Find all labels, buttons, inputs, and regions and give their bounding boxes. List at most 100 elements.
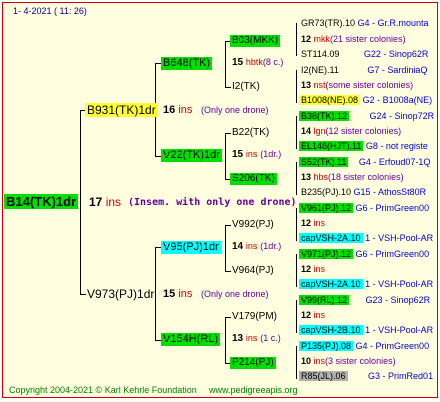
ancestor-row[interactable]: capVSH-2A.10 1 - VSH-Pool-AR: [299, 233, 433, 244]
root-info: 17 ins: [89, 195, 121, 209]
great-grandparent-8[interactable]: P214(PJ): [230, 357, 276, 369]
ancestor-row[interactable]: B1008(NE).08 G2 - B1008a(NE): [299, 95, 432, 106]
sister-note: (18 sister colonies): [328, 172, 404, 182]
ancestor-row[interactable]: V961(PJ).12 G6 - PrimGreen00: [299, 203, 429, 214]
root-queen[interactable]: B14(TK)1dr: [4, 194, 79, 209]
root-ins: ins: [105, 195, 122, 209]
ancestor-origin: G23 - Sinop62R: [365, 295, 431, 305]
ancestor-row[interactable]: B38(TK).12 G24 - Sinop72R: [299, 111, 434, 122]
sister-note: (12 sister colonies): [325, 126, 402, 136]
ancestor-id: B235(PJ).10: [301, 187, 352, 197]
ancestor-row[interactable]: B235(PJ).10 G15 - AthosSt80R: [299, 187, 428, 198]
g4-info: 13 ins (1 c.): [232, 333, 281, 345]
g3-ins: ins: [245, 241, 258, 251]
parent-queen-1[interactable]: B931(TK)1dr: [85, 103, 158, 117]
ancestor-origin: G6 - PrimGreen00: [355, 249, 430, 259]
ancestor-row[interactable]: V99(RL).12 G23 - Sinop62R: [299, 295, 430, 306]
sister-row: 12 ins: [301, 264, 325, 275]
ancestor-row[interactable]: capVSH-2A.10 1 - VSH-Pool-AR: [299, 279, 433, 290]
ancestor-id: P135(PJ).08: [299, 341, 354, 351]
great-grandparent-5[interactable]: V992(PJ): [230, 219, 276, 231]
p2-ins: ins: [178, 288, 193, 300]
p1-ins: ins: [178, 104, 193, 116]
ancestor-row[interactable]: GR73(TR).10 G4 - Gr.R.mounta: [299, 18, 431, 29]
connector: [296, 23, 297, 56]
great-grandparent-3[interactable]: B22(TK): [230, 127, 271, 139]
parent-queen-2[interactable]: V973(PJ)1dr: [85, 287, 156, 301]
ancestor-row[interactable]: I2(NE).11 G7 - SardiniaQ: [299, 65, 429, 76]
ancestor-origin: G24 - Sinop72R: [369, 111, 435, 121]
p1-note: (Only one drone): [201, 105, 269, 115]
sister-note: (3 sister colonies): [325, 356, 396, 366]
ancestor-origin: G4 - Erfoud07-1Q: [358, 157, 431, 167]
ancestor-row[interactable]: ST114.09 G22 - Sinop62R: [299, 49, 430, 60]
sister-mark: ins: [313, 264, 326, 274]
ancestor-id: V961(PJ).12: [299, 203, 354, 213]
g4-note: (1 c.): [260, 333, 281, 343]
great-grandparent-6[interactable]: V964(PJ): [230, 265, 276, 277]
connector: [225, 41, 226, 87]
g2-num: 15: [232, 149, 244, 160]
g3-num: 14: [232, 241, 244, 252]
connector: [296, 300, 297, 333]
ancestor-origin: G4 - Gr.R.mounta: [357, 18, 429, 28]
ancestor-id: EL148(HJT).11: [299, 141, 364, 151]
ancestor-id: capVSH-2A.10: [299, 279, 363, 289]
p2-note: (Only one drone): [201, 289, 269, 299]
sister-row: 13 nst(some sister colonies): [301, 80, 413, 91]
ancestor-id: ST114.09: [301, 49, 340, 59]
g3-info: 14 ins (1dr.): [232, 241, 281, 253]
website-link[interactable]: www.pedigreeapis.org: [209, 385, 298, 396]
grandparent-1[interactable]: B648(TK): [161, 57, 213, 70]
ancestor-id: S52(TK).11: [299, 157, 349, 167]
ancestor-origin: 1 - VSH-Pool-AR: [365, 279, 434, 289]
ancestor-row[interactable]: S52(TK).11 G4 - Erfoud07-1Q: [299, 157, 430, 168]
g3-note: (1dr.): [260, 241, 282, 251]
g1-note: (8 c.): [262, 57, 284, 67]
great-grandparent-7[interactable]: V179(PM): [230, 311, 279, 323]
connector: [296, 346, 297, 379]
connector: [296, 116, 297, 149]
sister-mark: hbs: [313, 172, 329, 182]
sister-mark: ins: [313, 218, 326, 228]
ancestor-row[interactable]: EL148(HJT).11 G8 - not registe: [299, 141, 428, 152]
g2-note: (1dr.): [260, 149, 282, 159]
great-grandparent-2[interactable]: I2(TK): [230, 81, 262, 93]
sister-row: 12 ins: [301, 310, 325, 321]
ancestor-row[interactable]: P135(PJ).08 G4 - PrimGreen00: [299, 341, 429, 352]
grandparent-2[interactable]: V22(TK)1dr: [161, 149, 222, 162]
connector: [296, 70, 297, 103]
root-note: (Insem. with only one drone): [128, 197, 297, 208]
g1-hb: hbtk: [245, 57, 263, 67]
ancestor-row[interactable]: R85(JL).06 G3 - PrimRed01: [299, 371, 433, 382]
great-grandparent-1[interactable]: B03(MKK): [230, 35, 281, 47]
p2-num: 15: [163, 288, 176, 300]
pedigree-chart: 1- 4-2021 ( 11: 26) B14(TK)1dr 17 ins (I…: [2, 2, 438, 398]
connector: [296, 208, 297, 241]
connector: [225, 133, 226, 179]
sister-num: 12: [301, 34, 312, 44]
connector: [225, 225, 226, 271]
ancestor-id: V99(RL).12: [299, 295, 350, 305]
ancestor-id: B38(TK).12: [299, 111, 350, 121]
ancestor-id: V971(PJ).12: [299, 249, 354, 259]
ancestor-origin: G15 - AthosSt80R: [353, 187, 427, 197]
ancestor-id: R85(JL).06: [299, 371, 348, 381]
ancestor-origin: 1 - VSH-Pool-AR: [365, 233, 434, 243]
ancestor-row[interactable]: capVSH-2B.10 1 - VSH-Pool-AR: [299, 325, 433, 336]
g4-ins: ins: [245, 333, 258, 343]
ancestor-origin: G2 - B1008a(NE): [362, 95, 433, 105]
ancestor-origin: G3 - PrimRed01: [368, 371, 434, 381]
ancestor-row[interactable]: V971(PJ).12 G6 - PrimGreen00: [299, 249, 429, 260]
sister-num: 10: [301, 356, 312, 366]
sister-row: 10 ins(3 sister colonies): [301, 356, 396, 367]
grandparent-4[interactable]: V154H(RL): [161, 333, 221, 346]
sister-row: 12 ins: [301, 218, 325, 229]
grandparent-3[interactable]: V95(PJ)1dr: [161, 241, 221, 254]
great-grandparent-4[interactable]: S206(TK): [230, 173, 277, 185]
p1-num: 16: [163, 104, 176, 116]
ancestor-origin: G6 - PrimGreen00: [355, 203, 430, 213]
sister-num: 12: [301, 264, 312, 274]
ancestor-origin: G7 - SardiniaQ: [367, 65, 428, 75]
ancestor-origin: G4 - PrimGreen00: [355, 341, 430, 351]
